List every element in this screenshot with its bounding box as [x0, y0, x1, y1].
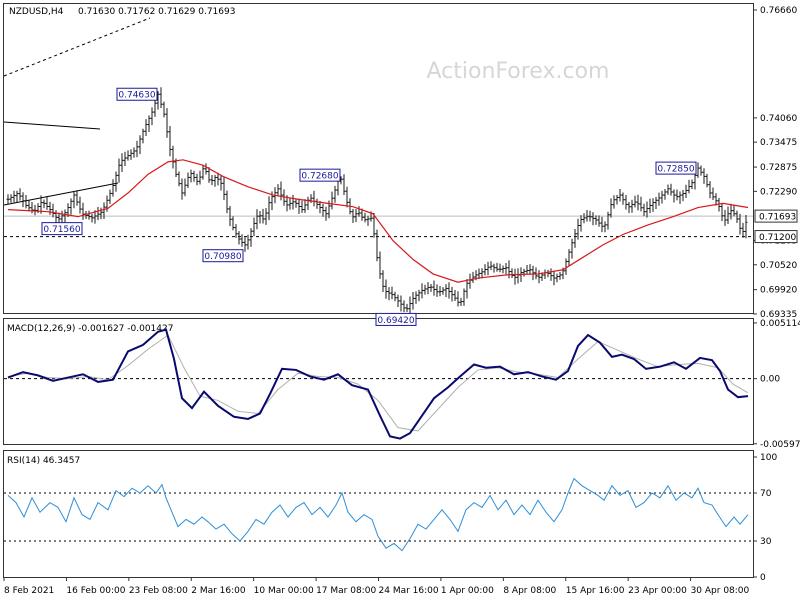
price-panel-frame [3, 3, 754, 314]
time-axis-label: 2 Mar 16:00 [191, 586, 246, 596]
symbol-label: NZDUSD,H4 [9, 7, 64, 17]
price-annotation-label: 0.70980 [204, 252, 241, 262]
time-axis-label: 23 Apr 00:00 [628, 586, 687, 596]
watermark: ActionForex.com [427, 59, 610, 84]
rsi-axis-label: 30 [760, 537, 772, 547]
ohlc-values: 0.71630 0.71762 0.71629 0.71693 [78, 7, 235, 17]
macd-axis-label: 0.005114 [760, 319, 800, 329]
time-axis-label: 23 Feb 08:00 [129, 586, 188, 596]
price-annotation-label: 0.72680 [301, 172, 338, 182]
price-annotation-label: 0.74630 [118, 91, 155, 101]
rsi-title: RSI(14) 46.3457 [7, 456, 80, 466]
chart-svg: ActionForex.com NZDUSD,H4 0.71630 0.7176… [3, 3, 800, 596]
time-axis-label: 15 Apr 16:00 [566, 586, 625, 596]
price-axis-label: 0.72875 [760, 163, 797, 173]
price-axis-label: 0.76660 [760, 6, 797, 16]
macd-axis-label: -0.005978 [760, 440, 800, 450]
time-axis-label: 16 Feb 00:00 [66, 586, 125, 596]
macd-axis-label: 0.00 [760, 375, 780, 385]
price-axis-label: 0.74060 [760, 114, 797, 124]
nzdusd-chart[interactable]: ActionForex.com NZDUSD,H4 0.71630 0.7176… [0, 0, 800, 600]
time-axis-label: 30 Apr 08:00 [691, 586, 750, 596]
time-axis-label: 10 Mar 00:00 [254, 586, 314, 596]
price-annotation-label: 0.69420 [377, 316, 414, 326]
rsi-axis-label: 100 [760, 453, 777, 463]
macd-title: MACD(12,26,9) -0.001627 -0.001427 [7, 324, 173, 334]
time-axis-label: 17 Mar 08:00 [316, 586, 376, 596]
price-axis-label: 0.73475 [760, 138, 797, 148]
rsi-panel-frame [3, 450, 754, 578]
time-axis-label: 8 Feb 2021 [4, 586, 54, 596]
rsi-axis-label: 0 [760, 573, 766, 583]
price-annotation-label: 0.71560 [43, 225, 80, 235]
time-axis-label: 24 Mar 16:00 [379, 586, 439, 596]
current-price-tag: 0.71693 [759, 213, 796, 223]
price-annotation-label: 0.72850 [657, 165, 694, 175]
price-axis-label: 0.72290 [760, 187, 797, 197]
support-level-tag: 0.71200 [759, 233, 796, 243]
macd-panel-frame [3, 318, 754, 445]
price-axis-label: 0.69920 [760, 286, 797, 296]
time-axis-label: 1 Apr 00:00 [441, 586, 494, 596]
time-axis-label: 8 Apr 08:00 [503, 586, 556, 596]
rsi-axis-label: 70 [760, 489, 772, 499]
price-axis-label: 0.70520 [760, 261, 797, 271]
